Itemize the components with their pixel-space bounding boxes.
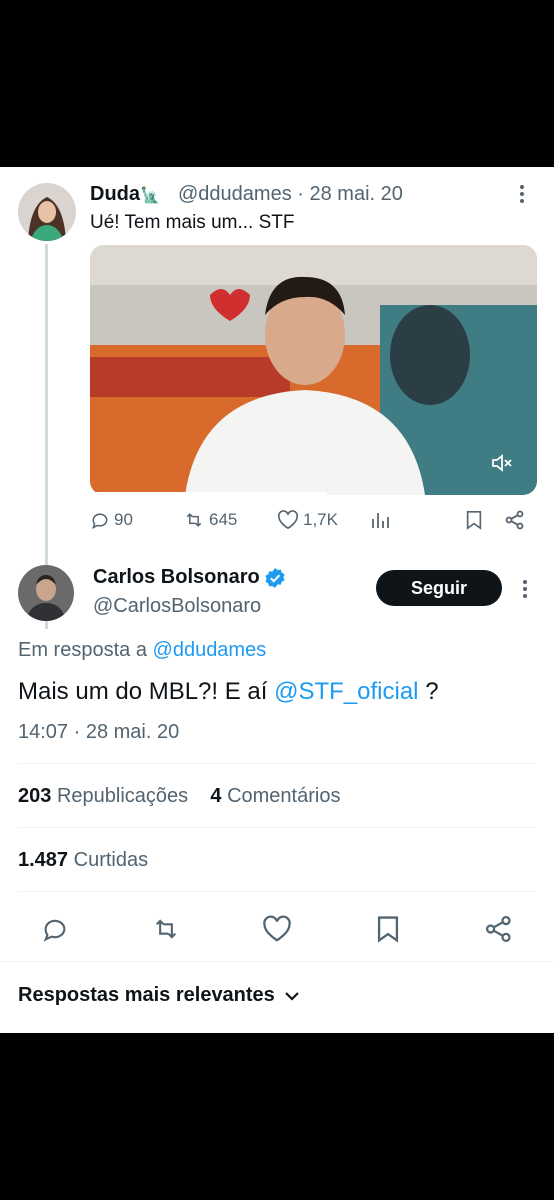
follow-button[interactable]: Seguir: [376, 570, 502, 606]
parent-handle-date[interactable]: @ddudames · 28 mai. 20: [178, 183, 403, 206]
reply-icon: [43, 919, 66, 942]
reply-icon: [91, 513, 108, 530]
reply-button[interactable]: [41, 915, 69, 948]
divider: [18, 763, 536, 764]
repost-icon: [186, 513, 202, 527]
bookmark-icon: [377, 916, 399, 943]
heart-icon: [263, 915, 291, 942]
section-divider: [0, 961, 554, 962]
parent-views-button[interactable]: [370, 510, 394, 530]
bookmark-icon: [466, 511, 482, 530]
heart-icon: [277, 510, 299, 530]
like-button[interactable]: [262, 915, 292, 948]
stf-mention-link[interactable]: @STF_oficial: [274, 678, 418, 705]
duda-avatar[interactable]: [18, 183, 76, 241]
tweet-detail-card: Duda🗽 @ddudames · 28 mai. 20 Ué! Tem mai…: [0, 167, 554, 1033]
reply-author-name[interactable]: Carlos Bolsonaro: [93, 566, 286, 589]
parent-reply-button[interactable]: 90: [90, 510, 133, 530]
repost-icon: [155, 919, 177, 939]
divider: [18, 827, 536, 828]
reply-tweet-text: Mais um do MBL?! E aí @STF_oficial ?: [18, 678, 439, 705]
parent-share-button[interactable]: [505, 510, 529, 530]
parent-author-name[interactable]: Duda🗽: [90, 183, 160, 206]
comments-stat[interactable]: 4 Comentários: [210, 785, 340, 807]
mute-icon[interactable]: [491, 454, 513, 477]
statue-of-liberty-emoji: 🗽: [140, 187, 160, 204]
bookmark-button[interactable]: [376, 915, 400, 948]
carlos-avatar[interactable]: [18, 565, 74, 621]
video-thumbnail: [90, 245, 537, 495]
repost-and-comment-stats: 203 Republicações 4 Comentários: [18, 785, 340, 808]
in-reply-to-link[interactable]: @ddudames: [153, 639, 267, 661]
parent-video[interactable]: [90, 245, 537, 495]
chevron-down-icon: [285, 991, 299, 1001]
views-icon: [372, 513, 389, 528]
verified-badge-icon: [265, 567, 285, 588]
share-icon: [485, 915, 511, 943]
reply-more-options-icon[interactable]: [521, 578, 529, 604]
parent-bookmark-button[interactable]: [465, 510, 487, 530]
share-icon: [505, 510, 524, 530]
parent-repost-button[interactable]: 645: [183, 510, 237, 530]
reply-author-handle[interactable]: @CarlosBolsonaro: [93, 595, 261, 618]
reposts-stat[interactable]: 203 Republicações: [18, 785, 188, 807]
parent-more-options-icon[interactable]: [518, 183, 526, 209]
in-reply-to: Em resposta a @ddudames: [18, 639, 267, 661]
tweet-timestamp[interactable]: 14:07 · 28 mai. 20: [18, 721, 179, 744]
video-progress-bar: [90, 492, 327, 495]
repost-button[interactable]: [151, 915, 181, 948]
divider: [18, 891, 536, 892]
parent-like-button[interactable]: 1,7K: [277, 510, 338, 530]
share-button[interactable]: [485, 915, 513, 948]
parent-tweet-text: Ué! Tem mais um... STF: [90, 212, 295, 233]
likes-stat[interactable]: 1.487 Curtidas: [18, 849, 148, 872]
replies-sort-dropdown[interactable]: Respostas mais relevantes: [18, 984, 301, 1007]
